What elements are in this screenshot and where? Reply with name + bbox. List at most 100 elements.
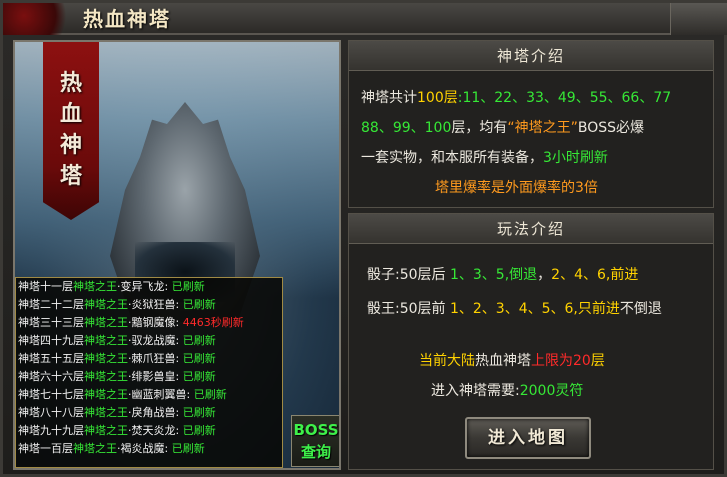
dice-action: 前进: [610, 267, 639, 283]
title-ornament-right: [670, 3, 727, 35]
dice-action: 倒退: [509, 267, 538, 283]
title-banner: 热 血 神 塔: [43, 42, 99, 220]
boss-floor: 神塔三十三层: [18, 316, 84, 329]
boss-row: 神塔四十九层神塔之王·驭龙战魔: 已刷新: [16, 332, 282, 350]
boss-floor: 神塔五十五层: [18, 352, 84, 365]
boss-name: ·焚天炎龙:: [128, 424, 183, 437]
intro-line-3: 一套实物，和本服所有装备，3小时刷新: [361, 146, 608, 170]
boss-status: 已刷新: [182, 370, 216, 383]
intro-refresh-time: 3小时刷新: [543, 150, 608, 166]
intro-king-name: “神塔之王”: [507, 120, 578, 136]
game-window: 热血神塔 热 血 神 塔 神塔十一层神塔之王·变异飞龙: 已刷新 神塔二十二层神塔…: [0, 0, 727, 477]
limit-value: 上限为20: [531, 353, 591, 369]
boss-floor: 神塔九十九层: [18, 424, 84, 437]
boss-query-label-1: BOSS: [293, 421, 339, 439]
intro-line-2: 88、99、100层，均有“神塔之王”BOSS必爆: [361, 116, 644, 140]
tower-intro-panel: 神塔介绍 神塔共计100层:11、22、33、49、55、66、77 88、99…: [348, 40, 714, 208]
boss-floor: 神塔二十二层: [18, 298, 84, 311]
boss-row: 神塔八十八层神塔之王·戾角战兽: 已刷新: [16, 404, 282, 422]
boss-row: 神塔一百层神塔之王·褐炎战魔: 已刷新: [16, 440, 282, 458]
dice-rule-1: 骰子:50层后 1、3、5,倒退，2、4、6,前进: [367, 263, 638, 287]
intro-line-1: 神塔共计100层:11、22、33、49、55、66、77: [361, 86, 671, 110]
boss-name: ·驭龙战魔:: [128, 334, 183, 347]
dice-text: 骰王:50层前: [367, 301, 450, 317]
dice-numbers: 1、3、5,: [449, 267, 510, 283]
boss-floor: 神塔十一层: [18, 280, 73, 293]
limit-text: 层: [590, 353, 605, 369]
boss-king-title: 神塔之王: [84, 352, 128, 365]
tower-intro-header: 神塔介绍: [349, 41, 713, 71]
boss-king-title: 神塔之王: [84, 388, 128, 401]
boss-row: 神塔六十六层神塔之王·绯影兽皇: 已刷新: [16, 368, 282, 386]
boss-floor: 神塔一百层: [18, 442, 73, 455]
boss-status: 已刷新: [182, 406, 216, 419]
intro-text: 层，均有: [451, 120, 508, 136]
dice-action: 只前进: [577, 301, 620, 317]
dice-rule-2: 骰王:50层前 1、2、3、4、5、6,只前进不倒退: [367, 297, 662, 321]
boss-name: ·绯影兽皇:: [128, 370, 183, 383]
intro-floor-list: :11、22、33、49、55、66、77: [457, 90, 672, 106]
window-title: 热血神塔: [83, 7, 171, 31]
boss-name: ·褐炎战魔:: [117, 442, 172, 455]
boss-king-title: 神塔之王: [84, 406, 128, 419]
intro-line-4: 塔里爆率是外面爆率的3倍: [435, 176, 598, 200]
boss-status: 已刷新: [171, 280, 205, 293]
intro-floor-list: 88、99、100: [361, 120, 452, 136]
cost-value: 2000灵符: [519, 383, 584, 399]
intro-text: 一套实物，和本服所有装备，: [361, 150, 543, 166]
boss-row: 神塔七十七层神塔之王·幽蓝刺翼兽: 已刷新: [16, 386, 282, 404]
boss-row: 神塔二十二层神塔之王·炎狱狂兽: 已刷新: [16, 296, 282, 314]
boss-status: 已刷新: [182, 352, 216, 365]
dice-numbers: 2、4、6,: [551, 267, 611, 283]
intro-drop-rate: 塔里爆率是外面爆率的3倍: [435, 180, 598, 196]
boss-name: ·戾角战兽:: [128, 406, 183, 419]
boss-status: 已刷新: [182, 424, 216, 437]
enter-map-button[interactable]: 进入地图: [465, 417, 591, 459]
boss-king-title: 神塔之王: [73, 280, 117, 293]
boss-name: ·变异飞龙:: [117, 280, 172, 293]
boss-name: ·黯钢魔像:: [128, 316, 183, 329]
dice-text: 不倒退: [619, 301, 662, 317]
boss-status: 已刷新: [171, 442, 205, 455]
boss-king-title: 神塔之王: [84, 370, 128, 383]
boss-name: ·棘爪狂兽:: [128, 352, 183, 365]
gameplay-header: 玩法介绍: [349, 214, 713, 244]
intro-floor-count: 100层: [417, 90, 458, 106]
boss-floor: 神塔六十六层: [18, 370, 84, 383]
boss-row: 神塔五十五层神塔之王·棘爪狂兽: 已刷新: [16, 350, 282, 368]
dice-numbers: 1、2、3、4、5、6,: [449, 301, 578, 317]
boss-king-title: 神塔之王: [84, 298, 128, 311]
boss-status: 已刷新: [193, 388, 227, 401]
boss-status-list: 神塔十一层神塔之王·变异飞龙: 已刷新 神塔二十二层神塔之王·炎狱狂兽: 已刷新神…: [15, 277, 283, 468]
boss-status: 4463秒刷新: [182, 316, 244, 329]
boss-name: ·幽蓝刺翼兽:: [128, 388, 194, 401]
boss-king-title: 神塔之王: [84, 334, 128, 347]
entry-cost-line: 进入神塔需要:2000灵符: [431, 379, 583, 403]
cost-text: 进入神塔需要:: [431, 383, 520, 399]
gameplay-panel: 玩法介绍 骰子:50层后 1、3、5,倒退，2、4、6,前进 骰王:50层前 1…: [348, 213, 714, 470]
boss-row: 神塔三十三层神塔之王·黯钢魔像: 4463秒刷新: [16, 314, 282, 332]
boss-floor: 神塔八十八层: [18, 406, 84, 419]
boss-query-label-2: 查询: [300, 443, 331, 461]
tower-artwork: 热 血 神 塔 神塔十一层神塔之王·变异飞龙: 已刷新 神塔二十二层神塔之王·炎狱…: [13, 40, 341, 470]
floor-limit-line: 当前大陆热血神塔上限为20层: [419, 349, 605, 373]
boss-row: 神塔九十九层神塔之王·焚天炎龙: 已刷新: [16, 422, 282, 440]
boss-floor: 神塔七十七层: [18, 388, 84, 401]
dice-text: 骰子:50层后: [367, 267, 450, 283]
banner-text: 热 血 神 塔: [59, 70, 82, 189]
limit-map-name: 热血神塔: [475, 353, 531, 369]
boss-status: 已刷新: [182, 298, 216, 311]
limit-text: 当前大陆: [419, 353, 475, 369]
boss-row: 神塔十一层神塔之王·变异飞龙: 已刷新: [16, 278, 282, 296]
intro-text: 神塔共计: [361, 90, 417, 106]
dice-text: ，: [537, 267, 552, 283]
boss-king-title: 神塔之王: [84, 424, 128, 437]
boss-floor: 神塔四十九层: [18, 334, 84, 347]
title-bar: 热血神塔: [3, 3, 727, 35]
boss-query-button[interactable]: BOSS 查询: [291, 415, 339, 467]
intro-text: BOSS必爆: [577, 120, 645, 136]
boss-status: 已刷新: [182, 334, 216, 347]
boss-king-title: 神塔之王: [73, 442, 117, 455]
dragon-ornament-icon: [3, 3, 73, 35]
boss-name: ·炎狱狂兽:: [128, 298, 183, 311]
